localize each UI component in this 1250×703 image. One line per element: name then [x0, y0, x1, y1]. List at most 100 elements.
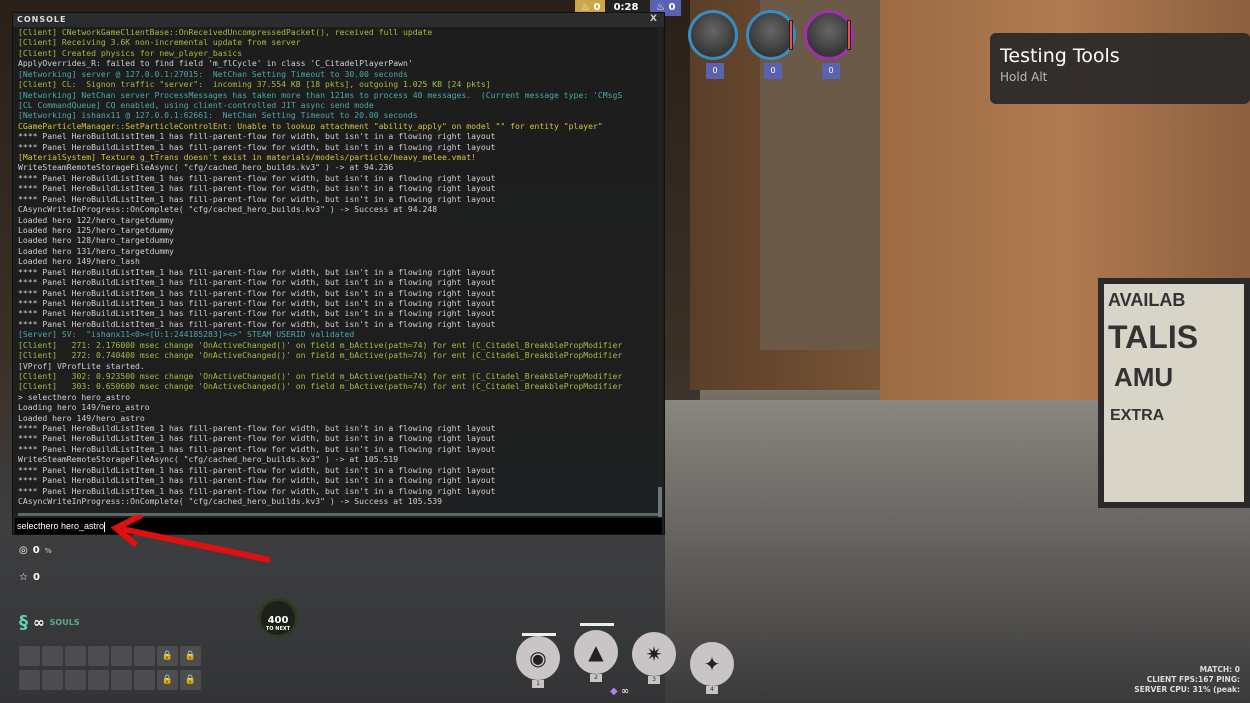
ability-points-icon: ◆ ∞ — [610, 686, 630, 697]
console-line: **** Panel HeroBuildListItem_1 has fill-… — [18, 131, 496, 142]
hero-health-bar — [847, 20, 851, 50]
ability-2[interactable]: ▲ 2 — [574, 630, 618, 682]
item-slot[interactable] — [134, 646, 155, 666]
console-line: CGameParticleManager::SetParticleControl… — [18, 120, 603, 131]
console-line: Loaded hero 131/hero_targetdummy — [18, 245, 174, 256]
ability-number: 1 — [532, 680, 544, 688]
star-value: 0 — [32, 572, 40, 583]
console-line: Loaded hero 149/hero_lash — [18, 256, 140, 267]
console-line: Loading hero 149/hero_astro — [18, 402, 150, 413]
item-slot[interactable] — [65, 646, 86, 666]
item-slot[interactable] — [134, 670, 155, 690]
cpu-stat: SERVER CPU: 31% (peak: — [1134, 685, 1240, 694]
red-arrow-annotation — [110, 515, 271, 563]
console-line: [Client] 272: 0.740400 msec change 'OnAc… — [18, 350, 623, 361]
souls-icon: § — [19, 612, 28, 633]
item-slot[interactable] — [19, 646, 40, 666]
console-line: CAsyncWriteInProgress::OnComplete( "cfg/… — [18, 204, 438, 215]
kick-icon: ✦ — [703, 652, 721, 676]
souls-label: SOULS — [49, 618, 80, 627]
testing-tools-hint: Hold Alt — [1000, 70, 1048, 84]
vortex-icon: ◉ — [529, 646, 547, 670]
console-line: **** Panel HeroBuildListItem_1 has fill-… — [18, 318, 496, 329]
scroll-thumb[interactable] — [658, 487, 662, 517]
lock-icon: 🔒 — [180, 646, 201, 666]
star-icon: ☆ — [19, 572, 28, 583]
ability-3[interactable]: ✷ 3 — [632, 632, 676, 684]
souls-to-next-badge: 400 TO NEXT — [258, 598, 298, 638]
item-slots: 🔒 🔒 🔒 🔒 — [19, 646, 201, 690]
console-line: **** Panel HeroBuildListItem_1 has fill-… — [18, 485, 496, 496]
item-slot[interactable] — [111, 646, 132, 666]
souls-to-next-value: 400 — [267, 615, 289, 626]
infinity-icon: ∞ — [33, 614, 45, 631]
ability-charge-bar — [580, 623, 614, 626]
console-close-button[interactable]: X — [650, 14, 658, 24]
console-line: **** Panel HeroBuildListItem_1 has fill-… — [18, 423, 496, 434]
lock-icon: 🔒 — [157, 670, 178, 690]
console-line: WriteSteamRemoteStorageFileAsync( "cfg/c… — [18, 162, 394, 173]
console-window: CONSOLE X [Client] CNetworkGameClientBas… — [12, 12, 665, 535]
console-line: [Client] Created physics for new_player_… — [18, 47, 243, 58]
objective-unit: % — [44, 546, 52, 555]
console-line: [MaterialSystem] Texture g_tTrans doesn'… — [18, 152, 477, 163]
performance-stats: MATCH: 0 CLIENT FPS:167 PING: SERVER CPU… — [1134, 665, 1240, 695]
console-title-bar[interactable]: CONSOLE X — [13, 13, 664, 27]
console-log: [Client] CNetworkGameClientBase::OnRecei… — [18, 27, 658, 517]
ability-number: 3 — [648, 676, 660, 684]
console-line: **** Panel HeroBuildListItem_1 has fill-… — [18, 193, 496, 204]
console-input-value: selecthero hero_astro — [17, 521, 105, 531]
console-line: **** Panel HeroBuildListItem_1 has fill-… — [18, 141, 496, 152]
ability-4[interactable]: ✦ 4 — [690, 642, 734, 694]
console-line: **** Panel HeroBuildListItem_1 has fill-… — [18, 297, 496, 308]
item-slot[interactable] — [42, 670, 63, 690]
console-line: [CL CommandQueue] CQ enabled, using clie… — [18, 99, 374, 110]
item-slot[interactable] — [19, 670, 40, 690]
ability-1[interactable]: ◉ 1 — [516, 636, 560, 688]
blast-icon: ✷ — [645, 642, 663, 666]
console-line: [Client] CL: Signon traffic "server": in… — [18, 79, 491, 90]
match-stat: MATCH: 0 — [1199, 665, 1240, 674]
console-line: **** Panel HeroBuildListItem_1 has fill-… — [18, 308, 496, 319]
scene-sign: AVAILAB TALIS AMU EXTRA — [1098, 278, 1250, 508]
console-line: ApplyOverrides_R: failed to find field '… — [18, 58, 413, 69]
item-slot[interactable] — [42, 646, 63, 666]
hat-icon: ▲ — [588, 640, 604, 664]
console-line: Loaded hero 149/hero_astro — [18, 412, 145, 423]
testing-tools-title: Testing Tools — [1000, 45, 1120, 67]
lock-icon: 🔒 — [180, 670, 201, 690]
console-line: WriteSteamRemoteStorageFileAsync( "cfg/c… — [18, 454, 399, 465]
console-title: CONSOLE — [17, 15, 67, 24]
console-line: **** Panel HeroBuildListItem_1 has fill-… — [18, 287, 496, 298]
console-line: CAsyncWriteInProgress::OnComplete( "cfg/… — [18, 495, 442, 506]
ability-number: 2 — [590, 674, 602, 682]
sign-text: EXTRA — [1110, 407, 1165, 424]
item-slot[interactable] — [88, 646, 109, 666]
console-line: [Networking] NetChan server ProcessMessa… — [18, 89, 623, 100]
hero-level: 0 — [822, 63, 840, 79]
console-line: [Client] Receiving 3.6K non-incremental … — [18, 37, 301, 48]
ability-number: 4 — [706, 686, 718, 694]
hero-portrait[interactable]: 0 — [688, 10, 738, 79]
console-scrollbar[interactable] — [658, 27, 662, 517]
console-line: [Client] 302: 0.923500 msec change 'OnAc… — [18, 370, 623, 381]
console-line: [Client] CNetworkGameClientBase::OnRecei… — [18, 27, 433, 37]
item-slot[interactable] — [88, 670, 109, 690]
ability-charge-bar — [522, 633, 556, 636]
objective-stat: ◎ 0% — [19, 545, 52, 556]
console-line: [Server] SV: "ishanx11<0><[U:1:244185283… — [18, 329, 355, 340]
team-souls-right-value: 0 — [668, 2, 676, 13]
sign-text: AMU — [1114, 362, 1174, 392]
hero-health-bar — [789, 20, 793, 50]
console-line: **** Panel HeroBuildListItem_1 has fill-… — [18, 277, 496, 288]
console-line: [Client] 271: 2.176000 msec change 'OnAc… — [18, 339, 623, 350]
item-slot[interactable] — [65, 670, 86, 690]
item-slot[interactable] — [111, 670, 132, 690]
console-line: **** Panel HeroBuildListItem_1 has fill-… — [18, 183, 496, 194]
sign-text: TALIS — [1108, 319, 1199, 355]
souls-stat: § ∞ SOULS — [19, 612, 80, 633]
fps-stat: CLIENT FPS:167 PING: — [1146, 675, 1240, 684]
console-line: Loaded hero 128/hero_targetdummy — [18, 235, 174, 246]
testing-tools-panel: Testing Tools Hold Alt — [990, 33, 1250, 104]
hero-level: 0 — [706, 63, 724, 79]
